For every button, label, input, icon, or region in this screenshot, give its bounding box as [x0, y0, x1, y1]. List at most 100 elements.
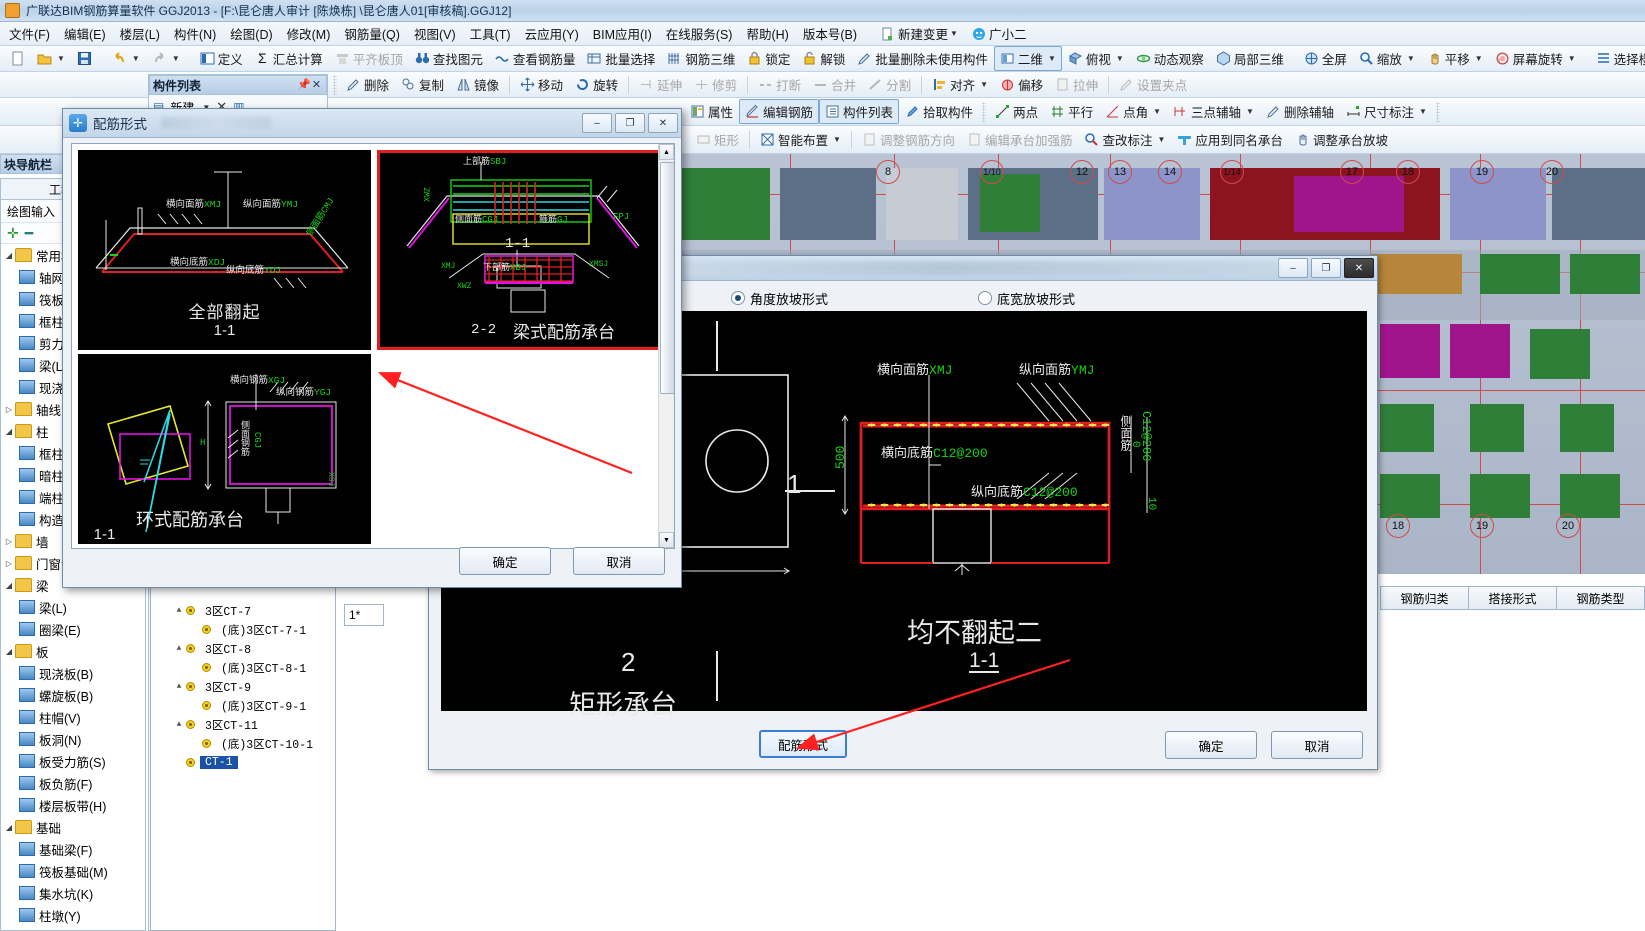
align-button[interactable]: 对齐 ▼ — [926, 72, 994, 97]
axis-bubble[interactable]: 1/10 — [980, 160, 1004, 184]
smart-layout-button[interactable]: 智能布置 ▼ — [754, 127, 847, 152]
delete-button[interactable]: 删除 — [340, 72, 395, 97]
rebar-form-button[interactable]: 配筋形式 — [759, 730, 847, 758]
edit-cap-rebar-button[interactable]: 编辑承台加强筋 — [961, 127, 1079, 152]
adjust-rebar-dir-button[interactable]: 调整钢筋方向 — [856, 127, 961, 152]
component-row-6[interactable]: ▲ 3区CT-11 — [151, 715, 335, 734]
menu-item-cloud[interactable]: 云应用(Y) — [518, 21, 586, 46]
local-3d-button[interactable]: 局部三维 — [1210, 46, 1290, 71]
edit-rebar-button[interactable]: 编辑钢筋 — [739, 99, 820, 124]
batch-delete-unused-button[interactable]: 批量删除未使用构件 — [851, 46, 994, 71]
menu-item-component[interactable]: 构件(N) — [167, 21, 223, 46]
two-point-button[interactable]: 两点 — [989, 99, 1044, 124]
find-element-button[interactable]: 查找图元 — [409, 46, 489, 71]
pan-button[interactable]: 平移 ▼ — [1421, 46, 1489, 71]
tree-group-7[interactable]: ◢ 基础 — [1, 816, 145, 838]
tree-item-6-1[interactable]: 螺旋板(B) — [1, 684, 145, 706]
expander-icon[interactable]: ▲ — [173, 720, 185, 729]
close-icon[interactable]: ✕ — [310, 79, 323, 92]
scroll-up-button[interactable]: ▲ — [659, 144, 674, 160]
pin-icon[interactable]: 📌 — [297, 79, 311, 92]
new-change-button[interactable]: 新建变更 ▼ — [874, 21, 965, 46]
tree-item-5-0[interactable]: 梁(L) — [1, 596, 145, 618]
offset-button[interactable]: 偏移 — [994, 72, 1049, 97]
menu-item-help[interactable]: 帮助(H) — [739, 21, 795, 46]
close-button[interactable]: ✕ — [648, 113, 678, 133]
merge-button[interactable]: 合并 — [807, 72, 862, 97]
tile-all-turned-up[interactable]: 横向面筋XMJ 纵向面筋YMJ 横向底筋XDJ 纵向底筋YDJ 侧面筋CMJ 全… — [78, 150, 371, 350]
menu-item-modify[interactable]: 修改(M) — [280, 21, 338, 46]
open-file-button[interactable]: ▼ — [31, 48, 71, 69]
adjust-cap-slope-button[interactable]: 调整承台放坡 — [1289, 127, 1394, 152]
axis-bubble[interactable]: 18 — [1386, 514, 1410, 538]
tile-ring-type-cap[interactable]: 横向钢筋XGJ 纵向钢筋YGJ 侧面钢筋 CGJ XSJ H 环式配筋承台 1-… — [78, 354, 371, 544]
rebar-form-dialog-titlebar[interactable]: ✛ 配筋形式 – ❐ ✕ — [63, 109, 681, 138]
set-grip-button[interactable]: 设置夹点 — [1113, 72, 1193, 97]
rebar-form-ok-button[interactable]: 确定 — [459, 547, 551, 575]
tree-item-7-0[interactable]: 基础梁(F) — [1, 838, 145, 860]
minimize-button[interactable]: – — [582, 113, 612, 133]
menu-item-online-service[interactable]: 在线服务(S) — [659, 21, 740, 46]
dimension-button[interactable]: 尺寸标注 ▼ — [1340, 99, 1433, 124]
toolbar-grip[interactable] — [333, 74, 337, 95]
axis-bubble[interactable]: 19 — [1470, 514, 1494, 538]
component-row-5[interactable]: (底)3区CT-9-1 — [151, 696, 335, 715]
menu-item-tools[interactable]: 工具(T) — [463, 21, 518, 46]
three-point-axis-button[interactable]: 三点辅轴 ▼ — [1167, 99, 1260, 124]
component-row-1[interactable]: (底)3区CT-7-1 — [151, 620, 335, 639]
copy-button[interactable]: 复制 — [395, 72, 450, 97]
scroll-down-button[interactable]: ▼ — [659, 532, 674, 548]
expander-icon[interactable]: ▲ — [173, 644, 185, 653]
component-row-4[interactable]: ▲ 3区CT-9 — [151, 677, 335, 696]
expander-open-icon[interactable]: ◢ — [3, 823, 15, 832]
menu-item-draw[interactable]: 绘图(D) — [223, 21, 279, 46]
expander-closed-icon[interactable]: ▷ — [3, 405, 15, 414]
expander-closed-icon[interactable]: ▷ — [3, 537, 15, 546]
component-row-3[interactable]: (底)3区CT-8-1 — [151, 658, 335, 677]
top-view-button[interactable]: 俯视 ▼ — [1062, 46, 1130, 71]
menu-item-view[interactable]: 视图(V) — [407, 21, 463, 46]
component-row-7[interactable]: (底)3区CT-10-1 — [151, 734, 335, 753]
axis-bubble[interactable]: 20 — [1556, 514, 1580, 538]
maximize-button[interactable]: ❐ — [615, 113, 645, 133]
axis-bubble[interactable]: 17 — [1340, 160, 1364, 184]
rectangle-button[interactable]: 矩形 — [690, 127, 745, 152]
axis-bubble[interactable]: 19 — [1470, 160, 1494, 184]
toolbar-grip-end[interactable] — [1435, 101, 1440, 122]
close-button[interactable]: ✕ — [1344, 258, 1374, 278]
expander-open-icon[interactable]: ◢ — [3, 251, 15, 260]
parallel-button[interactable]: 平行 — [1044, 99, 1099, 124]
check-dimension-button[interactable]: 查改标注 ▼ — [1078, 127, 1171, 152]
fullscreen-button[interactable]: 全屏 — [1298, 46, 1353, 71]
split-button[interactable]: 分割 — [862, 72, 917, 97]
rebar-form-cancel-button[interactable]: 取消 — [573, 547, 665, 575]
component-row-2[interactable]: ▲ 3区CT-8 — [151, 639, 335, 658]
assistant-button[interactable]: 广小二 — [965, 21, 1034, 46]
pick-component-button[interactable]: 拾取构件 — [899, 99, 979, 124]
minimize-button[interactable]: – — [1278, 258, 1308, 278]
properties-button[interactable]: 属性 — [684, 99, 739, 124]
radio-bottom-width-slope[interactable]: 底宽放坡形式 — [978, 289, 1075, 308]
rotate-button[interactable]: 旋转 — [569, 72, 624, 97]
rebar-form-dialog[interactable]: ✛ 配筋形式 – ❐ ✕ 横向面筋XMJ 纵向面筋YMJ 横向底筋XDJ 纵向底… — [62, 108, 682, 588]
tree-item-6-2[interactable]: 柱帽(V) — [1, 706, 145, 728]
axis-bubble[interactable]: 14 — [1158, 160, 1182, 184]
toolbar-grip-axis[interactable] — [982, 101, 987, 122]
point-angle-button[interactable]: 点角 ▼ — [1099, 99, 1167, 124]
column-header-lap-form[interactable]: 搭接形式 — [1469, 586, 1557, 610]
maximize-button[interactable]: ❐ — [1311, 258, 1341, 278]
rebar-form-tile-area[interactable]: 横向面筋XMJ 纵向面筋YMJ 横向底筋XDJ 纵向底筋YDJ 侧面筋CMJ 全… — [71, 143, 675, 549]
component-row-8[interactable]: CT-1 — [151, 753, 335, 772]
tree-item-7-3[interactable]: 柱墩(Y) — [1, 904, 145, 926]
tree-item-6-6[interactable]: 楼层板带(H) — [1, 794, 145, 816]
summary-calc-button[interactable]: Σ 汇总计算 — [249, 46, 329, 71]
select-floor-button[interactable]: 选择楼层 — [1590, 46, 1645, 71]
tile-beam-type-cap[interactable]: 上部筋SBJ 下部筋XBJ 侧面筋CGJ 箍筋GJ FPJ XWZ XWZ XM… — [377, 150, 665, 350]
unlock-button[interactable]: 解锁 — [796, 46, 851, 71]
expander-closed-icon[interactable]: ▷ — [3, 559, 15, 568]
screen-rotate-button[interactable]: 屏幕旋转 ▼ — [1489, 46, 1582, 71]
expander-icon[interactable]: ▲ — [173, 606, 185, 615]
tree-item-7-1[interactable]: 筏板基础(M) — [1, 860, 145, 882]
axis-bubble[interactable]: 13 — [1108, 160, 1132, 184]
tree-item-7-2[interactable]: 集水坑(K) — [1, 882, 145, 904]
